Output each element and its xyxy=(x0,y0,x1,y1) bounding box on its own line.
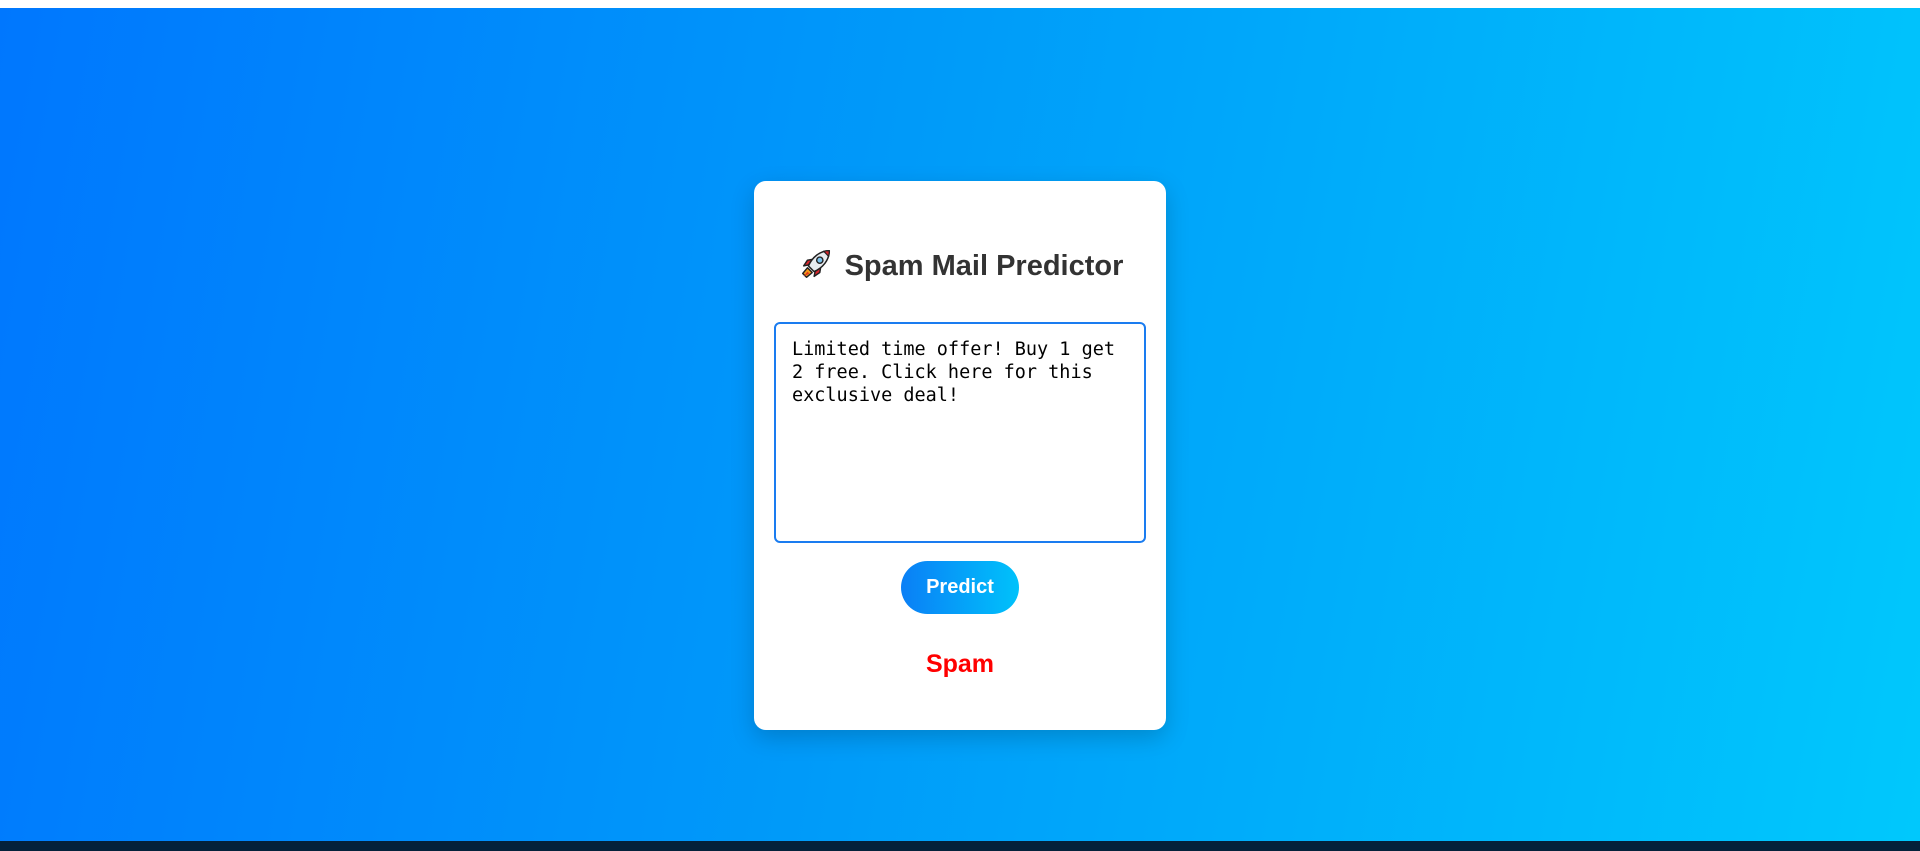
predict-button[interactable]: Predict xyxy=(901,561,1019,614)
rocket-icon xyxy=(797,245,835,283)
page-background: Spam Mail Predictor Limited time offer! … xyxy=(0,8,1920,841)
predictor-card: Spam Mail Predictor Limited time offer! … xyxy=(754,181,1166,730)
message-input[interactable]: Limited time offer! Buy 1 get 2 free. Cl… xyxy=(774,322,1146,543)
bottom-strip xyxy=(0,841,1920,851)
page-title: Spam Mail Predictor xyxy=(754,245,1166,283)
page-title-text: Spam Mail Predictor xyxy=(844,250,1124,282)
prediction-result: Spam xyxy=(925,650,995,678)
